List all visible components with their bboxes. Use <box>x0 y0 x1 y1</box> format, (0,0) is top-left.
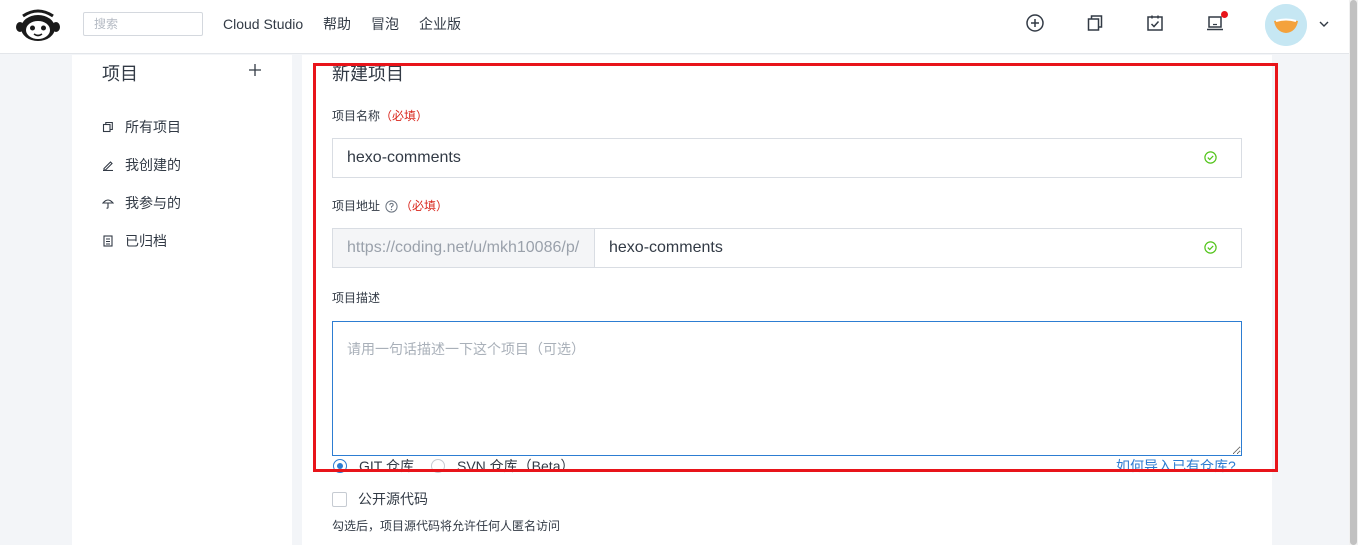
sidebar-item-label: 已归档 <box>125 233 167 249</box>
help-question-icon[interactable] <box>385 199 398 213</box>
nav-link-help[interactable]: 帮助 <box>323 15 351 33</box>
add-project-plus-icon[interactable] <box>248 63 262 77</box>
calendar-check-icon[interactable] <box>1145 13 1165 33</box>
nav-link-enterprise[interactable]: 企业版 <box>419 15 461 33</box>
pencil-icon <box>102 159 114 171</box>
project-name-label: 项目名称 （必填） <box>332 108 428 124</box>
import-existing-repo-link[interactable]: 如何导入已有仓库? <box>1116 458 1236 474</box>
sidebar-item-all-projects[interactable]: 所有项目 <box>102 116 181 138</box>
project-description-textarea[interactable] <box>332 321 1242 456</box>
sidebar-item-participating[interactable]: 我参与的 <box>102 192 181 214</box>
svn-repo-radio[interactable]: SVN 仓库（Beta） <box>431 459 574 473</box>
radio-label: SVN 仓库（Beta） <box>457 458 575 474</box>
radio-indicator[interactable] <box>431 459 445 473</box>
field-label-text: 项目描述 <box>332 291 381 305</box>
projects-sidebar: 项目 所有项目 我创建的 我参与的 已归档 <box>72 55 292 545</box>
copy-icon[interactable] <box>1085 13 1105 33</box>
sidebar-item-label: 我参与的 <box>125 195 181 211</box>
valid-check-icon <box>1204 151 1217 164</box>
required-marker: （必填） <box>380 109 429 123</box>
sidebar-item-archived[interactable]: 已归档 <box>102 230 167 252</box>
avatar[interactable] <box>1265 4 1307 46</box>
checkbox-label: 公开源代码 <box>358 491 428 507</box>
sidebar-item-label: 我创建的 <box>125 157 181 173</box>
valid-check-icon <box>1204 241 1217 254</box>
sidebar-item-label: 所有项目 <box>125 119 181 135</box>
field-label-text: 项目地址 <box>332 199 381 213</box>
page-scrollbar[interactable] <box>1349 0 1358 545</box>
top-navigation-bar: Cloud Studio 帮助 冒泡 企业版 <box>0 0 1358 54</box>
radio-label: GIT 仓库 <box>359 458 414 474</box>
project-path-input[interactable] <box>594 228 1242 268</box>
sidebar-item-created-by-me[interactable]: 我创建的 <box>102 154 181 176</box>
public-source-checkbox-row[interactable]: 公开源代码 <box>332 489 428 509</box>
nav-link-maopao[interactable]: 冒泡 <box>371 15 399 33</box>
git-repo-radio[interactable]: GIT 仓库 <box>333 459 414 473</box>
field-label-text: 项目名称 <box>332 109 381 123</box>
project-description-label: 项目描述 <box>332 290 380 306</box>
radio-selected-indicator[interactable] <box>333 459 347 473</box>
search-input[interactable] <box>83 12 203 36</box>
project-name-input[interactable] <box>332 138 1242 178</box>
project-address-label: 项目地址 （必填） <box>332 198 448 214</box>
copy-icon <box>102 121 114 133</box>
project-url-prefix: https://coding.net/u/mkh10086/p/ <box>332 228 595 268</box>
nav-link-cloud-studio[interactable]: Cloud Studio <box>223 15 303 33</box>
archive-icon <box>102 235 114 247</box>
chevron-down-icon[interactable] <box>1318 17 1330 29</box>
scrollbar-thumb[interactable] <box>1350 0 1357 545</box>
required-marker: （必填） <box>400 199 449 213</box>
public-source-hint: 勾选后，项目源代码将允许任何人匿名访问 <box>332 519 561 533</box>
notification-badge <box>1221 11 1228 18</box>
umbrella-icon <box>102 197 114 209</box>
page-title: 新建项目 <box>332 64 404 84</box>
plus-circle-icon[interactable] <box>1025 13 1045 33</box>
sidebar-title: 项目 <box>102 64 138 84</box>
public-source-checkbox[interactable] <box>332 491 347 507</box>
coding-monkey-logo-icon[interactable] <box>15 8 61 44</box>
